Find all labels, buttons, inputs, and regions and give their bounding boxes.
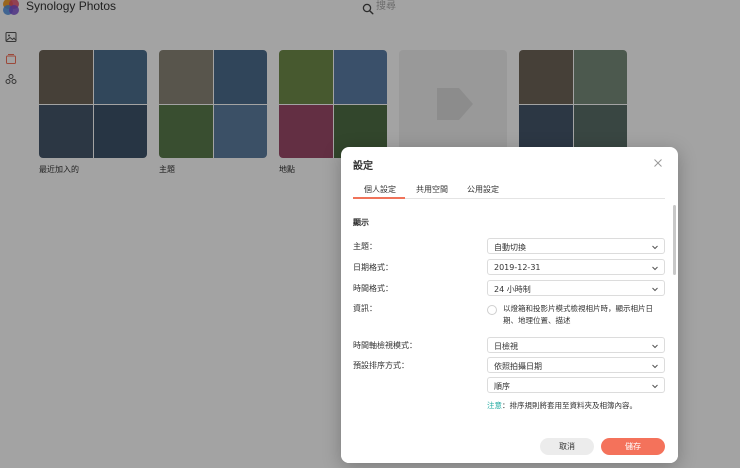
timeline-mode-select[interactable]: 日檢視 [487,337,665,353]
active-tab-indicator [353,197,405,199]
sort-note: 注意：排序規則將套用至資料夾及相簿內容。 [487,400,637,411]
dialog-scrollbar[interactable] [673,205,676,275]
dialog-footer: 取消 儲存 [341,427,678,463]
sort-label: 預設排序方式： [353,361,409,370]
time-format-label: 時間格式： [353,284,393,293]
tab-shared-space[interactable]: 共用空間 [416,184,448,195]
sort-by-value: 依照拍攝日期 [494,362,542,371]
settings-tabs: 個人設定 共用空間 公用設定 [353,181,665,199]
sort-order-value: 順序 [494,382,510,391]
chevron-down-icon [651,362,659,370]
date-format-label: 日期格式： [353,263,393,272]
info-label: 資訊： [353,304,377,313]
time-format-select[interactable]: 24 小時制 [487,280,665,296]
timeline-mode-label: 時間軸檢視模式： [353,341,417,350]
timeline-mode-value: 日檢視 [494,342,518,351]
date-format-select[interactable]: 2019-12-31 [487,259,665,275]
section-title-display: 顯示 [353,218,369,227]
chevron-down-icon [651,243,659,251]
date-format-value: 2019-12-31 [494,263,541,272]
theme-value: 自動切換 [494,243,526,252]
chevron-down-icon [651,285,659,293]
note-text: ：排序規則將套用至資料夾及相簿內容。 [502,401,637,410]
tab-personal-settings[interactable]: 個人設定 [364,184,396,195]
sort-by-select[interactable]: 依照拍攝日期 [487,357,665,373]
theme-select[interactable]: 自動切換 [487,238,665,254]
sort-order-select[interactable]: 順序 [487,377,665,393]
save-button[interactable]: 儲存 [601,438,665,455]
theme-label: 主題： [353,242,377,251]
info-checkbox[interactable] [487,305,497,315]
note-key: 注意 [487,401,502,410]
settings-dialog: 設定 個人設定 共用空間 公用設定 顯示 主題： 自動切換 日期格式： 2019… [341,147,678,463]
chevron-down-icon [651,264,659,272]
time-format-value: 24 小時制 [494,285,531,294]
settings-content: 顯示 主題： 自動切換 日期格式： 2019-12-31 時間格式： 24 小時… [341,201,678,426]
close-icon[interactable] [651,156,665,170]
tab-public-settings[interactable]: 公用設定 [467,184,499,195]
chevron-down-icon [651,382,659,390]
chevron-down-icon [651,342,659,350]
cancel-button[interactable]: 取消 [540,438,594,455]
dialog-title: 設定 [353,161,373,172]
info-checkbox-text: 以燈箱和投影片模式檢視相片時，顯示相片日期、地理位置、描述 [503,304,653,325]
